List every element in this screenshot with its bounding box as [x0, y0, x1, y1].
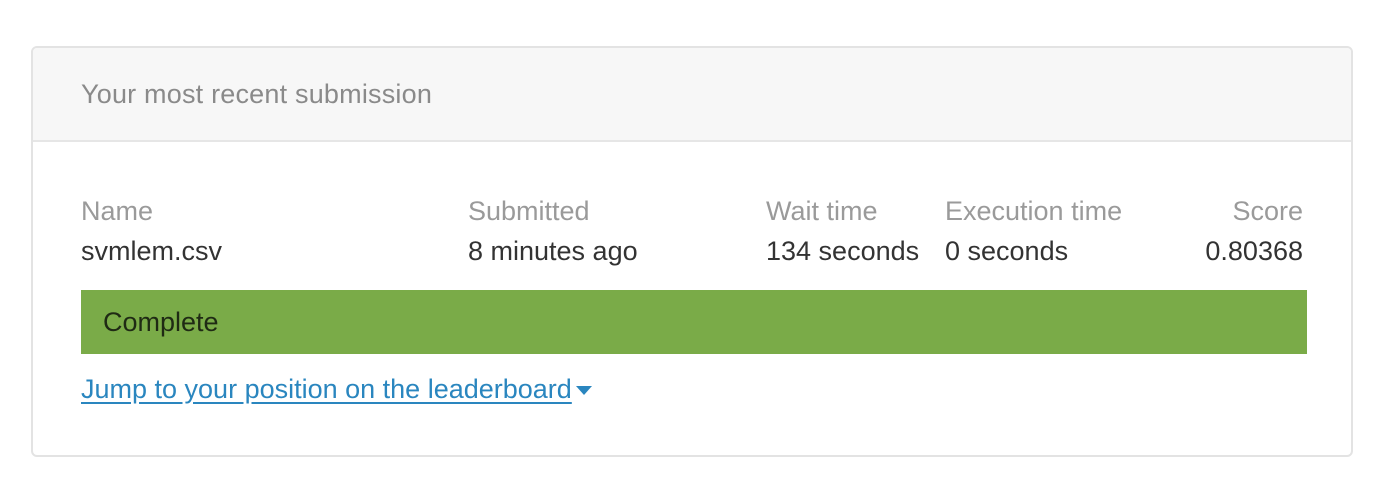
- submitted-value: 8 minutes ago: [468, 236, 638, 266]
- wait-time-value: 134 seconds: [766, 236, 920, 266]
- score-value: 0.80368: [1205, 236, 1303, 266]
- submission-card: Your most recent submission Name svmlem.…: [31, 46, 1353, 457]
- execution-time-column: Execution time 0 seconds: [945, 194, 1122, 268]
- score-column: Score 0.80368: [1205, 194, 1303, 268]
- score-label: Score: [1232, 196, 1303, 226]
- execution-time-label: Execution time: [945, 196, 1123, 226]
- status-bar: Complete: [81, 290, 1307, 354]
- jump-to-leaderboard-link[interactable]: Jump to your position on the leaderboard: [81, 374, 592, 405]
- name-label: Name: [81, 196, 154, 226]
- execution-time-value: 0 seconds: [945, 236, 1069, 266]
- jump-link-label: Jump to your position on the leaderboard: [81, 374, 572, 404]
- name-column: Name svmlem.csv: [81, 194, 222, 268]
- wait-time-column: Wait time 134 seconds: [766, 194, 919, 268]
- status-text: Complete: [103, 306, 219, 337]
- card-header: Your most recent submission: [33, 48, 1351, 142]
- submitted-label: Submitted: [468, 196, 590, 226]
- caret-down-icon: [575, 386, 592, 395]
- name-value: svmlem.csv: [81, 236, 222, 266]
- submitted-column: Submitted 8 minutes ago: [468, 194, 638, 268]
- card-body: Name svmlem.csv Submitted 8 minutes ago …: [33, 142, 1351, 455]
- card-title: Your most recent submission: [81, 78, 433, 109]
- wait-time-label: Wait time: [766, 196, 878, 226]
